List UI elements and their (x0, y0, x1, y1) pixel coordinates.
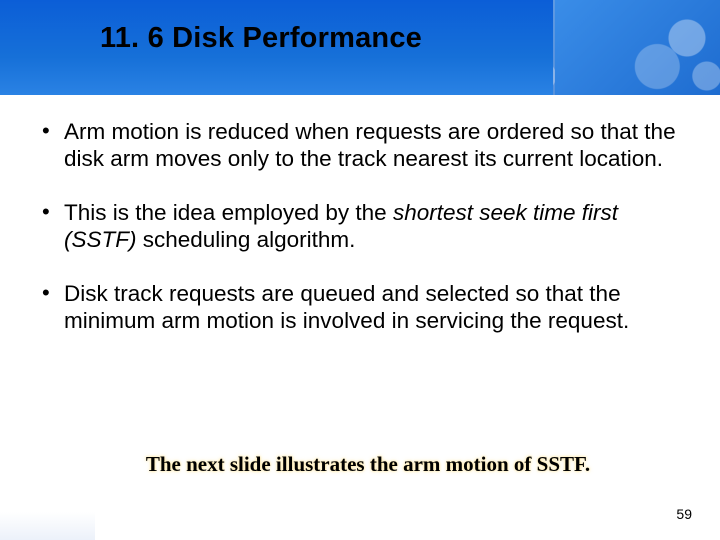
slide: 11. 6 Disk Performance Arm motion is red… (0, 0, 720, 540)
bullet-list: Arm motion is reduced when requests are … (38, 118, 678, 335)
callout-text: The next slide illustrates the arm motio… (98, 452, 638, 477)
page-number: 59 (676, 506, 692, 522)
bullet-text: Disk track requests are queued and selec… (64, 281, 629, 333)
bullet-text: Arm motion is reduced when requests are … (64, 119, 676, 171)
slide-body: Arm motion is reduced when requests are … (38, 118, 678, 361)
footer-gradient (0, 512, 95, 540)
bullet-suffix: scheduling algorithm. (137, 227, 356, 252)
list-item: Arm motion is reduced when requests are … (38, 118, 678, 173)
list-item: This is the idea employed by the shortes… (38, 199, 678, 254)
list-item: Disk track requests are queued and selec… (38, 280, 678, 335)
slide-title: 11. 6 Disk Performance (100, 22, 422, 55)
bullet-prefix: This is the idea employed by the (64, 200, 393, 225)
